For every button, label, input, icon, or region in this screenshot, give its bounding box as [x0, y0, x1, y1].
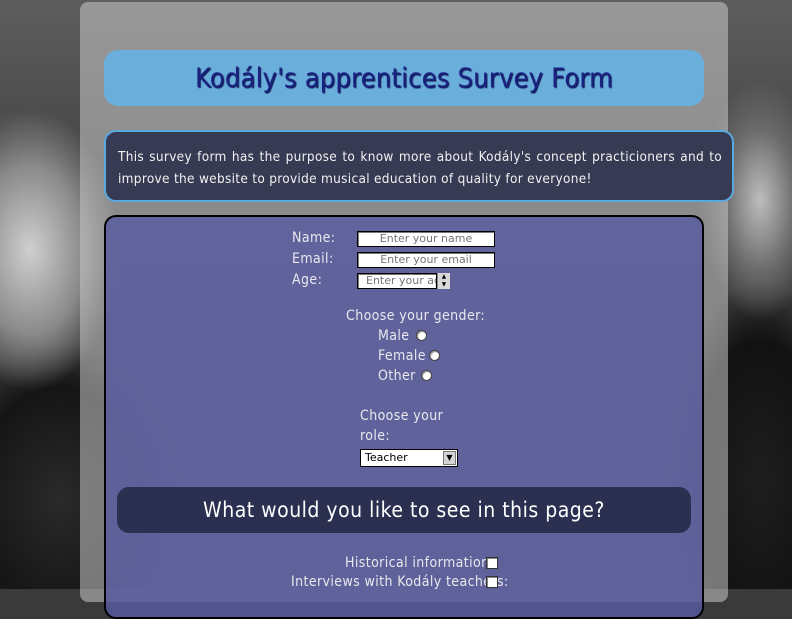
- email-label: Email:: [292, 251, 334, 267]
- role-selected-value: Teacher: [365, 451, 408, 464]
- description-text: This survey form has the purpose to know…: [118, 149, 722, 187]
- question-heading: What would you like to see in this page?: [203, 498, 605, 522]
- gender-male-radio[interactable]: [416, 330, 427, 341]
- gender-option-male-label: Male: [378, 328, 410, 344]
- page-title: Kodály's apprentices Survey Form: [195, 62, 613, 94]
- question-banner: What would you like to see in this page?: [117, 487, 691, 533]
- checkbox-label-interviews: Interviews with Kodály teachers:: [291, 574, 509, 590]
- chevron-down-icon[interactable]: ▼: [443, 451, 456, 465]
- role-heading-line1: Choose your: [360, 408, 444, 424]
- age-stepper[interactable]: ▲ ▼: [437, 273, 450, 289]
- name-input[interactable]: [357, 231, 495, 247]
- gender-female-radio[interactable]: [429, 350, 440, 361]
- age-label: Age:: [292, 272, 323, 288]
- email-input[interactable]: [357, 252, 495, 268]
- historical-info-checkbox[interactable]: [486, 557, 498, 569]
- age-input[interactable]: [357, 273, 437, 289]
- interviews-checkbox[interactable]: [486, 576, 498, 588]
- description-box: This survey form has the purpose to know…: [104, 130, 734, 202]
- gender-option-female-label: Female: [378, 348, 426, 364]
- role-heading-line2: role:: [360, 428, 391, 444]
- name-label: Name:: [292, 230, 336, 246]
- checkbox-label-historical: Historical information:: [345, 555, 495, 571]
- gender-other-radio[interactable]: [421, 370, 432, 381]
- title-banner: Kodály's apprentices Survey Form: [104, 50, 704, 106]
- gender-option-other-label: Other: [378, 368, 416, 384]
- gender-heading: Choose your gender:: [346, 308, 486, 324]
- role-select[interactable]: Teacher ▼: [360, 449, 458, 467]
